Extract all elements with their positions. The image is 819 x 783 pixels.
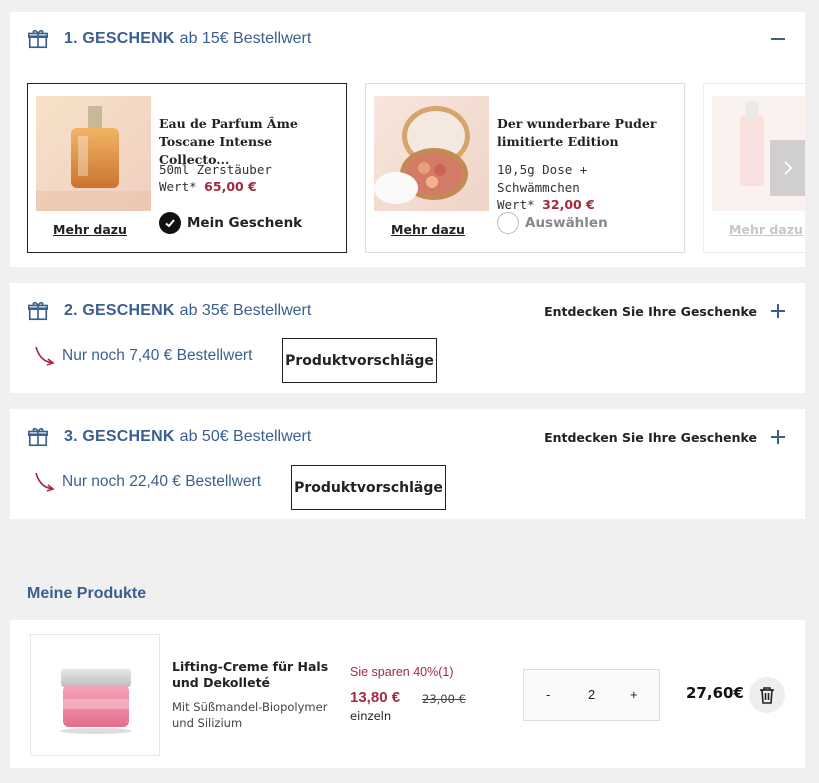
- choice-label: Mein Geschenk: [187, 215, 303, 231]
- remaining-text: Nur noch 22,40 € Bestellwert: [62, 473, 262, 490]
- gift-description: 10,5g Dose + Schwämmchen: [497, 162, 588, 195]
- increase-quantity-button[interactable]: +: [630, 687, 638, 702]
- more-info-link[interactable]: Mehr dazu: [712, 222, 805, 237]
- gift-icon: [28, 301, 48, 321]
- quantity-stepper: - 2 +: [523, 669, 660, 721]
- plus-icon[interactable]: [771, 304, 785, 318]
- product-image-cream-jar: [60, 669, 132, 734]
- carousel-next-button[interactable]: [770, 140, 805, 196]
- more-info-link[interactable]: Mehr dazu: [36, 222, 144, 237]
- curved-arrow-icon: [35, 346, 55, 366]
- worth-label: Wert*: [497, 197, 535, 212]
- cart-product-row: Lifting-Creme für Hals und Dekolleté Mit…: [10, 620, 805, 768]
- plus-icon[interactable]: [771, 430, 785, 444]
- old-price: 23,00 €: [422, 692, 466, 706]
- product-name[interactable]: Lifting-Creme für Hals und Dekolleté: [172, 659, 332, 691]
- remaining-amount: Nur noch 7,40 € Bestellwert: [34, 345, 252, 367]
- product-subtitle: Mit Süßmandel-Biopolymer und Silizium: [172, 700, 328, 730]
- delete-item-button[interactable]: [749, 677, 785, 713]
- quantity-value[interactable]: 2: [588, 687, 595, 702]
- unit-price: 13,80 €: [350, 689, 401, 706]
- gift-tier-number: 2. GESCHENK: [64, 302, 175, 319]
- gift-tier-2-header[interactable]: 2. GESCHENK ab 35€ Bestellwert: [27, 300, 311, 322]
- gift-tier-number: 3. GESCHENK: [64, 428, 175, 445]
- gift-tier-3: 3. GESCHENK ab 50€ Bestellwert Entdecken…: [10, 409, 805, 519]
- gift-tier-3-header[interactable]: 3. GESCHENK ab 50€ Bestellwert: [27, 426, 311, 448]
- decrease-quantity-button[interactable]: -: [546, 687, 550, 702]
- product-thumbnail[interactable]: [30, 634, 160, 756]
- gift-tier-2: 2. GESCHENK ab 35€ Bestellwert Entdecken…: [10, 283, 805, 393]
- gift-worth: Wert* 32,00 €: [497, 197, 595, 212]
- gift-choice-select[interactable]: Auswählen: [497, 212, 608, 234]
- worth-label: Wert*: [159, 179, 197, 194]
- product-suggestions-button[interactable]: Produktvorschläge: [291, 465, 446, 510]
- curved-arrow-icon: [35, 472, 55, 492]
- gift-card-1[interactable]: Eau de Parfum Âme Toscane Intense Collec…: [27, 83, 347, 253]
- choice-label: Auswählen: [525, 215, 608, 231]
- worth-value: 32,00 €: [542, 197, 595, 212]
- product-image-perfume: [36, 96, 151, 211]
- gift-tier-1: 1. GESCHENK ab 15€ Bestellwert Eau de Pa…: [10, 12, 805, 267]
- gift-tier-1-header[interactable]: 1. GESCHENK ab 15€ Bestellwert: [27, 28, 311, 50]
- gift-card-2[interactable]: Der wunderbare Puder limitierte Edition …: [365, 83, 685, 253]
- gift-tier-condition: ab 50€ Bestellwert: [179, 428, 312, 445]
- gift-tier-condition: ab 15€ Bestellwert: [179, 30, 312, 47]
- line-total: 27,60€: [686, 684, 744, 702]
- check-circle-icon: [159, 212, 181, 234]
- product-suggestions-button[interactable]: Produktvorschläge: [282, 338, 437, 383]
- my-products-title: Meine Produkte: [27, 585, 147, 602]
- remaining-amount: Nur noch 22,40 € Bestellwert: [34, 471, 261, 493]
- savings-text: Sie sparen 40%(1): [350, 665, 454, 679]
- gift-tier-condition: ab 35€ Bestellwert: [179, 302, 312, 319]
- more-info-link[interactable]: Mehr dazu: [374, 222, 482, 237]
- gift-tier-number: 1. GESCHENK: [64, 30, 175, 47]
- gift-icon: [28, 427, 48, 447]
- discover-gifts-link[interactable]: Entdecken Sie Ihre Geschenke: [544, 304, 757, 319]
- radio-circle-icon: [497, 212, 519, 234]
- gift-description: 50ml Zerstäuber: [159, 162, 272, 177]
- product-image-powder: [374, 96, 489, 211]
- gift-icon: [28, 29, 48, 49]
- worth-value: 65,00 €: [204, 179, 257, 194]
- trash-icon: [760, 687, 774, 704]
- chevron-right-icon: [783, 161, 792, 175]
- remaining-text: Nur noch 7,40 € Bestellwert: [62, 347, 253, 364]
- minus-icon[interactable]: [771, 38, 785, 40]
- discover-gifts-link[interactable]: Entdecken Sie Ihre Geschenke: [544, 430, 757, 445]
- gift-choice-selected[interactable]: Mein Geschenk: [159, 212, 302, 234]
- unit-label: einzeln: [350, 709, 392, 723]
- gift-worth: Wert* 65,00 €: [159, 179, 257, 194]
- gift-title: Der wunderbare Puder limitierte Edition: [497, 116, 657, 149]
